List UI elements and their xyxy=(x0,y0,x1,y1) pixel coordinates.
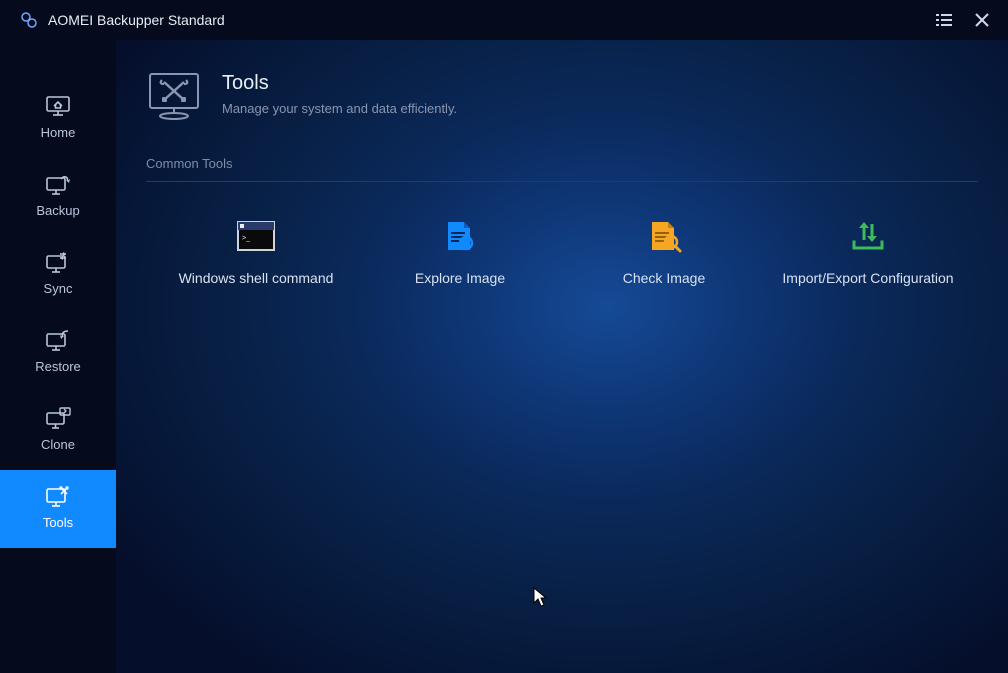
tools-icon xyxy=(44,485,72,507)
tool-windows-shell-command[interactable]: >_ Windows shell command xyxy=(158,218,354,286)
tool-explore-image[interactable]: Explore Image xyxy=(362,218,558,286)
page-subtitle: Manage your system and data efficiently. xyxy=(222,101,457,116)
backup-icon xyxy=(44,173,72,195)
app-logo-icon xyxy=(20,11,38,29)
section-common-tools-header: Common Tools xyxy=(146,156,978,182)
tool-label: Check Image xyxy=(623,270,705,286)
tool-label: Windows shell command xyxy=(179,270,334,286)
titlebar-left: AOMEI Backupper Standard xyxy=(20,11,225,29)
tools-page-icon xyxy=(146,70,202,122)
sidebar-item-backup[interactable]: Backup xyxy=(0,158,116,236)
menu-icon[interactable] xyxy=(934,10,954,30)
sidebar-item-tools[interactable]: Tools xyxy=(0,470,116,548)
tool-label: Import/Export Configuration xyxy=(782,270,953,286)
cursor-icon xyxy=(532,586,550,613)
sidebar-item-label: Backup xyxy=(36,203,79,218)
home-icon xyxy=(44,95,72,117)
tool-check-image[interactable]: Check Image xyxy=(566,218,762,286)
tool-label: Explore Image xyxy=(415,270,505,286)
sidebar-item-label: Sync xyxy=(44,281,73,296)
titlebar: AOMEI Backupper Standard xyxy=(0,0,1008,40)
sidebar-item-home[interactable]: Home xyxy=(0,80,116,158)
check-image-icon xyxy=(642,218,686,254)
import-export-icon xyxy=(846,218,890,254)
sidebar-item-clone[interactable]: Clone xyxy=(0,392,116,470)
close-icon[interactable] xyxy=(972,10,992,30)
app-title: AOMEI Backupper Standard xyxy=(48,12,225,28)
sidebar-item-sync[interactable]: Sync xyxy=(0,236,116,314)
sidebar-item-label: Tools xyxy=(43,515,73,530)
tool-import-export-configuration[interactable]: Import/Export Configuration xyxy=(770,218,966,286)
sidebar-item-restore[interactable]: Restore xyxy=(0,314,116,392)
sidebar-item-label: Home xyxy=(41,125,76,140)
sync-icon xyxy=(44,251,72,273)
sidebar: Home Backup xyxy=(0,40,116,673)
page-title: Tools xyxy=(222,72,457,95)
main-content: Tools Manage your system and data effici… xyxy=(116,40,1008,673)
svg-text:>_: >_ xyxy=(242,235,250,242)
page-header: Tools Manage your system and data effici… xyxy=(146,70,978,122)
shell-command-icon: >_ xyxy=(234,218,278,254)
restore-icon xyxy=(44,329,72,351)
sidebar-item-label: Restore xyxy=(35,359,81,374)
sidebar-item-label: Clone xyxy=(41,437,75,452)
explore-image-icon xyxy=(438,218,482,254)
clone-icon xyxy=(44,407,72,429)
